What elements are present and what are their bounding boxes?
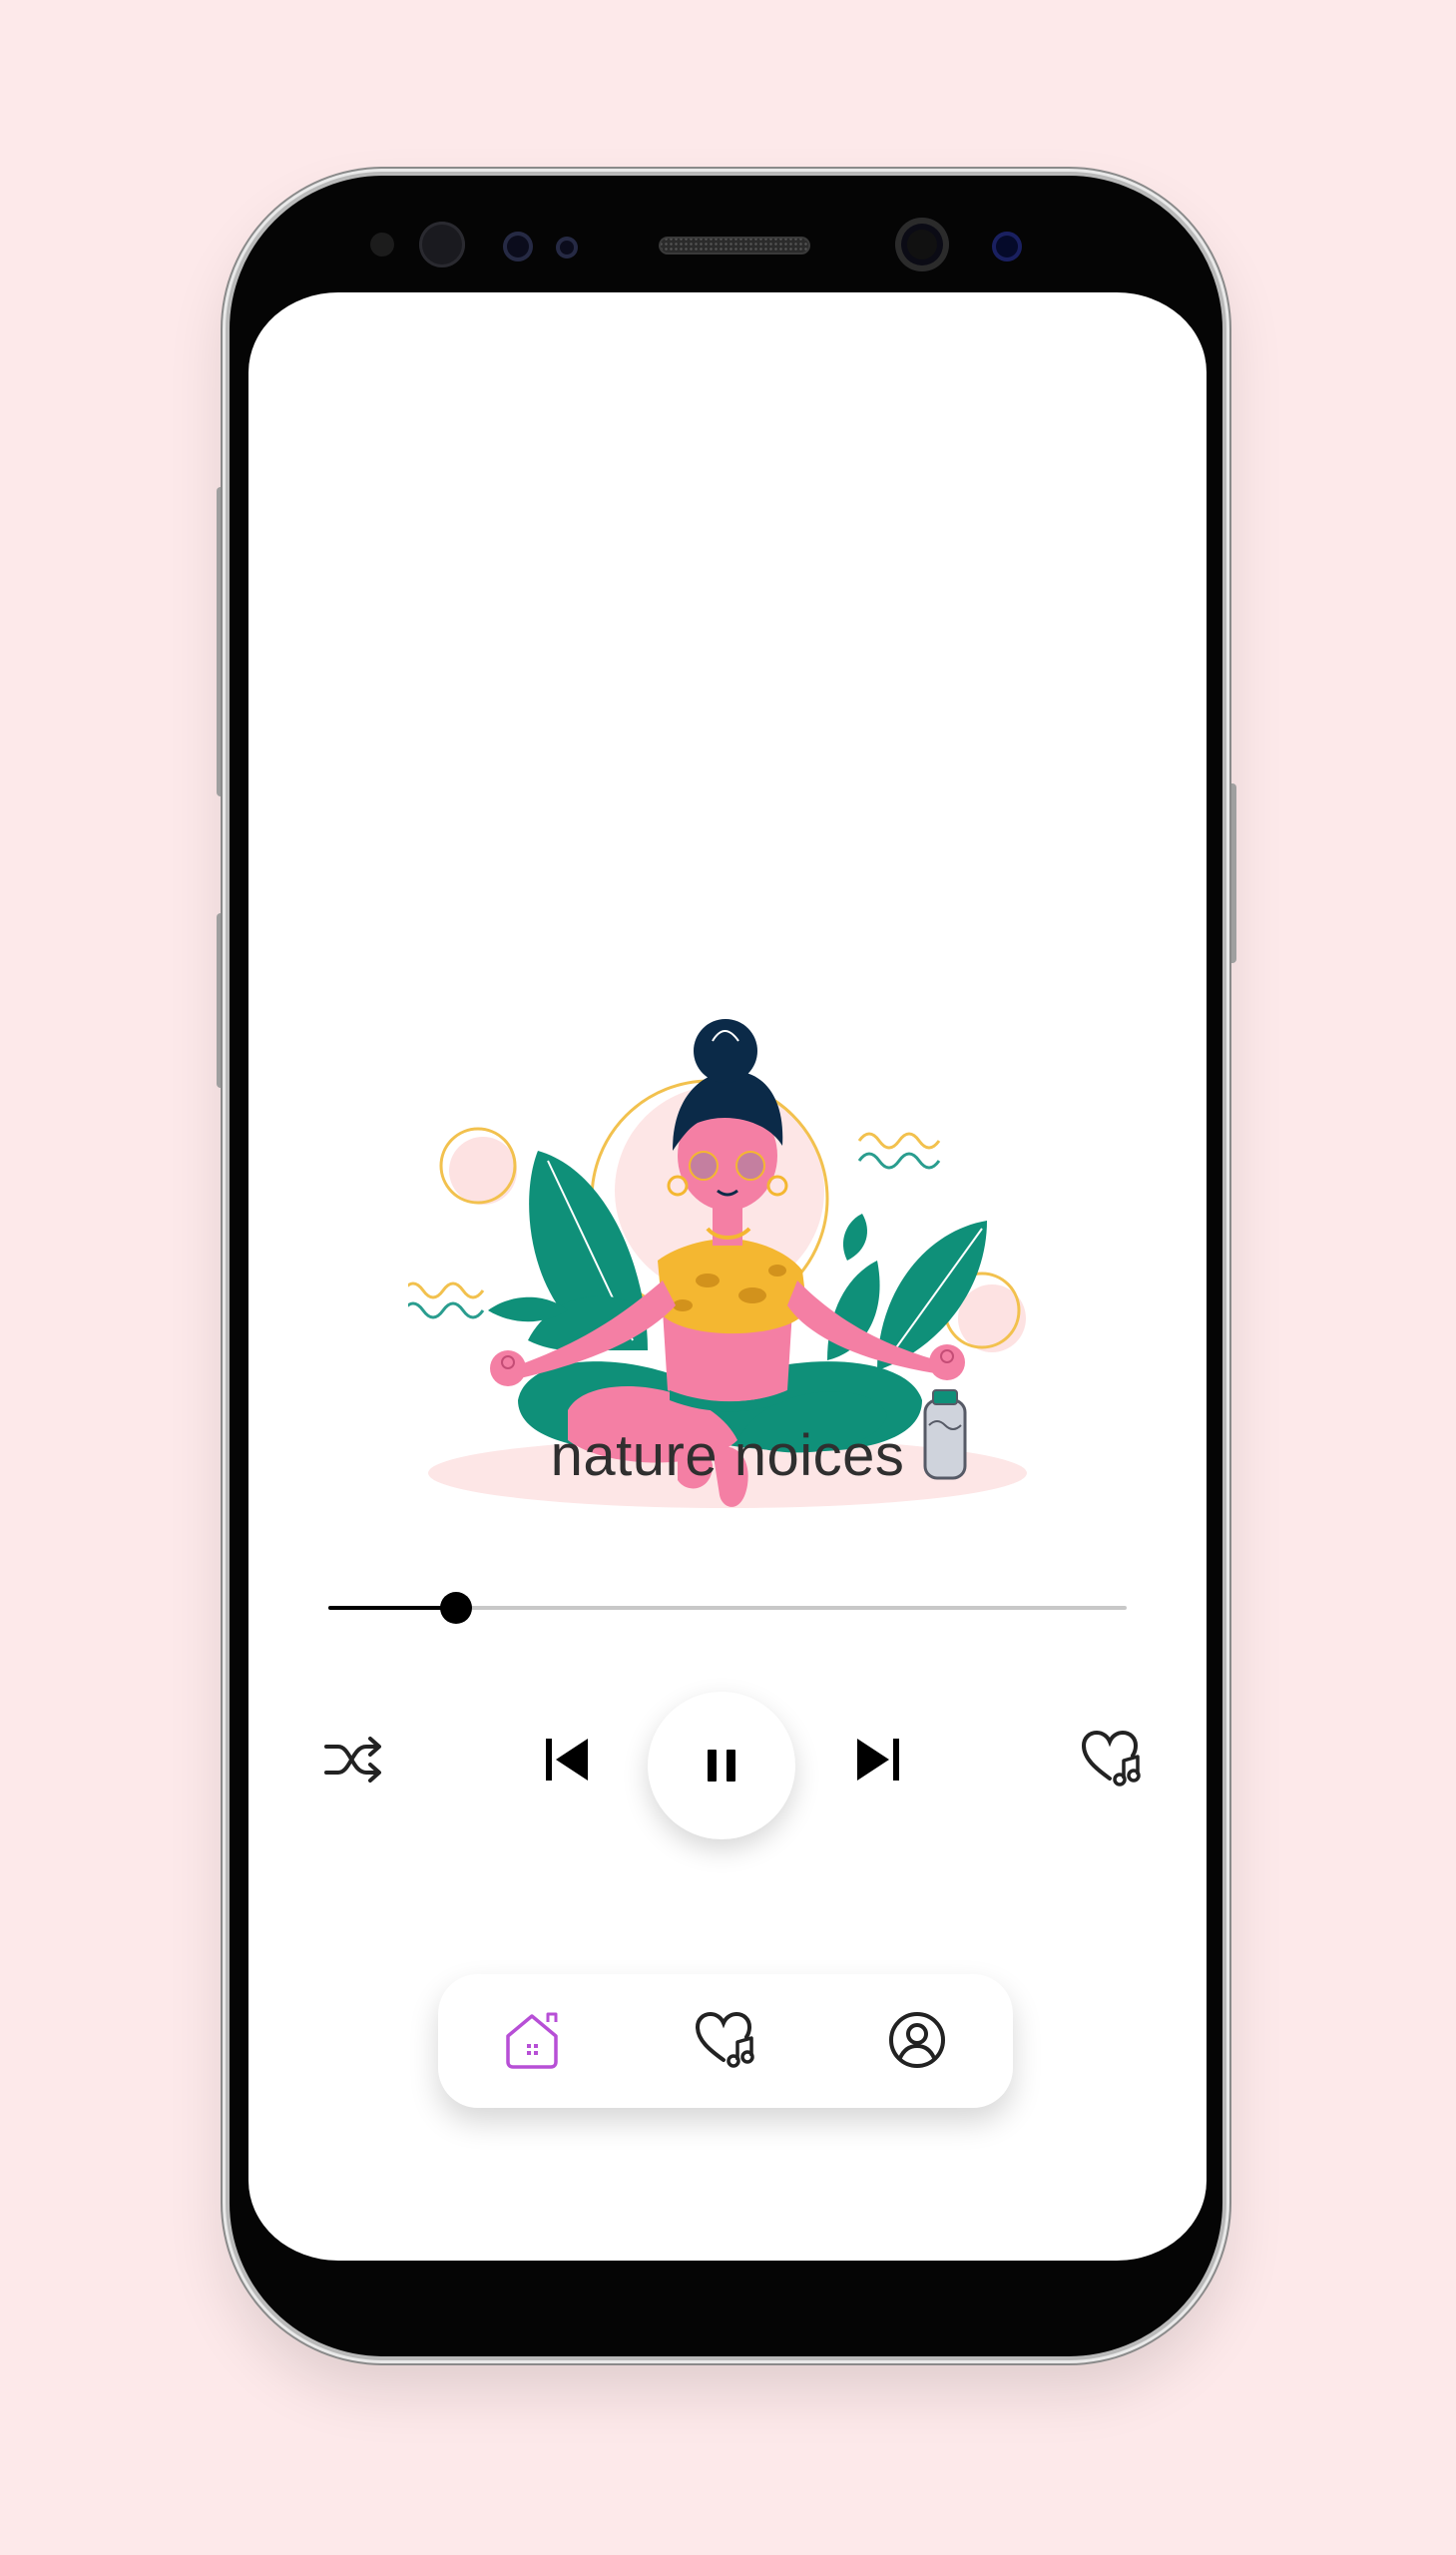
heart-music-icon: [695, 2011, 754, 2068]
shuffle-icon: [324, 1737, 381, 1783]
bottom-navigation: [438, 1974, 1013, 2108]
shuffle-button[interactable]: [318, 1730, 388, 1789]
pause-icon: [708, 1750, 735, 1782]
track-title: nature noices: [550, 1423, 905, 1488]
progress-slider[interactable]: [328, 1592, 1127, 1624]
play-pause-button[interactable]: [648, 1692, 795, 1839]
sensor: [503, 232, 533, 261]
next-button[interactable]: [847, 1730, 907, 1789]
app-screen: nature noices: [248, 292, 1207, 2261]
iris-scanner: [419, 222, 465, 267]
progress-thumb[interactable]: [440, 1592, 472, 1624]
front-camera: [895, 218, 949, 271]
nav-profile[interactable]: [879, 2002, 955, 2078]
previous-button[interactable]: [538, 1730, 598, 1789]
skip-previous-icon: [546, 1739, 588, 1781]
skip-next-icon: [857, 1739, 899, 1781]
heart-music-icon: [1081, 1730, 1141, 1787]
sensor: [370, 233, 394, 256]
favorite-button[interactable]: [1077, 1726, 1147, 1791]
user-circle-icon: [889, 2012, 945, 2068]
nav-home[interactable]: [496, 2002, 572, 2078]
earpiece-speaker: [659, 237, 810, 255]
power-button: [1226, 783, 1236, 963]
home-icon: [506, 2012, 558, 2069]
front-camera-secondary: [992, 232, 1022, 261]
nav-favorites[interactable]: [688, 2002, 763, 2078]
progress-fill: [328, 1606, 456, 1610]
sensor: [556, 237, 578, 258]
